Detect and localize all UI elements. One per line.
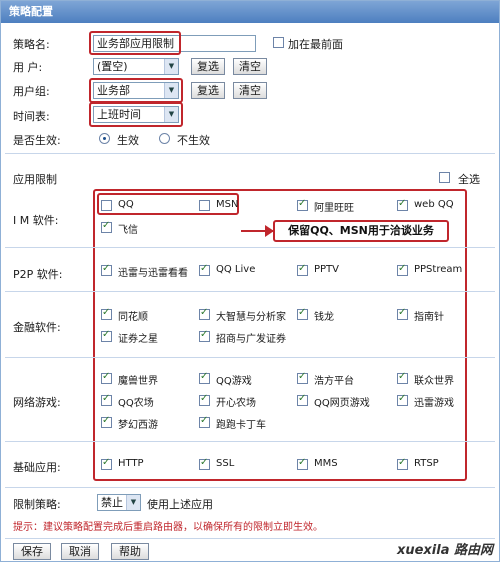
user-label: 用 户: [13, 61, 43, 74]
enabled-option-label: 生效 [117, 134, 139, 147]
app-checkbox[interactable] [397, 457, 408, 470]
add-to-front-label: 加在最前面 [288, 38, 343, 51]
app-checkbox[interactable] [199, 263, 210, 276]
app-checkbox[interactable] [101, 307, 112, 320]
category-label-finance: 金融软件: [13, 321, 61, 334]
schedule-label: 时间表: [13, 110, 50, 123]
callout-note: 保留QQ、MSN用于洽谈业务 [273, 220, 449, 242]
app-checkbox[interactable] [297, 307, 308, 320]
app-checkbox[interactable] [297, 263, 308, 276]
app-checkbox[interactable] [199, 415, 210, 428]
divider [5, 247, 495, 248]
cancel-button[interactable]: 取消 [61, 543, 99, 560]
app-checkbox[interactable] [101, 415, 112, 428]
app-checkbox[interactable] [397, 307, 408, 320]
disabled-radio[interactable] [159, 133, 170, 144]
disabled-option-label: 不生效 [177, 134, 210, 147]
app-checkbox[interactable] [199, 371, 210, 384]
app-limit-section-label: 应用限制 [13, 173, 57, 186]
window-title: 策略配置 [1, 1, 499, 23]
hint-text: 提示：建议策略配置完成后重启路由器，以确保所有的限制立即生效。 [13, 522, 323, 533]
app-checkbox[interactable] [101, 329, 112, 342]
select-all-label: 全选 [458, 173, 480, 186]
enabled-label: 是否生效: [13, 134, 61, 147]
divider [5, 441, 495, 442]
user-select-button[interactable]: 复选 [191, 58, 225, 75]
app-checkbox[interactable] [297, 198, 308, 211]
app-checkbox[interactable] [297, 393, 308, 406]
divider [5, 357, 495, 358]
app-checkbox[interactable] [297, 371, 308, 384]
limit-policy-suffix: 使用上述应用 [147, 498, 213, 511]
app-checkbox[interactable] [199, 457, 210, 470]
policy-name-label: 策略名: [13, 38, 50, 51]
app-checkbox[interactable] [199, 329, 210, 342]
app-checkbox[interactable] [101, 200, 112, 211]
user-group-select-button[interactable]: 复选 [191, 82, 225, 99]
user-select[interactable]: (置空) ▼ [93, 58, 179, 75]
app-checkbox[interactable] [397, 371, 408, 384]
category-label-im: I M 软件: [13, 214, 59, 227]
divider [5, 153, 495, 154]
category-label-games: 网络游戏: [13, 396, 61, 409]
select-all-checkbox[interactable] [439, 172, 450, 183]
app-checkbox[interactable] [199, 200, 210, 211]
limit-policy-label: 限制策略: [13, 498, 61, 511]
app-checkbox[interactable] [101, 457, 112, 470]
help-button[interactable]: 帮助 [111, 543, 149, 560]
limit-policy-select[interactable]: 禁止 ▼ [97, 494, 141, 511]
user-select-value: (置空) [97, 60, 128, 73]
app-checkbox[interactable] [199, 393, 210, 406]
app-checkbox[interactable] [101, 393, 112, 406]
user-clear-button[interactable]: 清空 [233, 58, 267, 75]
divider [5, 487, 495, 488]
app-checkbox[interactable] [297, 457, 308, 470]
app-checkbox[interactable] [397, 198, 408, 211]
add-to-front-checkbox[interactable] [273, 37, 284, 48]
app-checkbox[interactable] [199, 307, 210, 320]
app-checkbox[interactable] [101, 220, 112, 233]
app-checkbox[interactable] [397, 263, 408, 276]
watermark: xuexila 路由网 [396, 543, 493, 558]
divider [5, 291, 495, 292]
app-checkbox[interactable] [397, 393, 408, 406]
app-checkbox[interactable] [101, 263, 112, 276]
app-checkbox[interactable] [101, 371, 112, 384]
highlight-policy-name [89, 31, 181, 55]
policy-config-window: 策略配置 策略名: 业务部应用限制 加在最前面 用 户: (置空) ▼ 复选 清… [0, 0, 500, 562]
chevron-down-icon: ▼ [164, 59, 178, 74]
category-label-p2p: P2P 软件: [13, 268, 63, 281]
user-group-label: 用户组: [13, 85, 50, 98]
enabled-radio[interactable] [99, 133, 110, 144]
save-button[interactable]: 保存 [13, 543, 51, 560]
highlight-schedule [89, 102, 183, 127]
user-group-clear-button[interactable]: 清空 [233, 82, 267, 99]
category-label-basic: 基础应用: [13, 461, 61, 474]
chevron-down-icon: ▼ [126, 495, 140, 510]
limit-policy-select-value: 禁止 [101, 496, 123, 509]
highlight-user-group [89, 78, 183, 103]
